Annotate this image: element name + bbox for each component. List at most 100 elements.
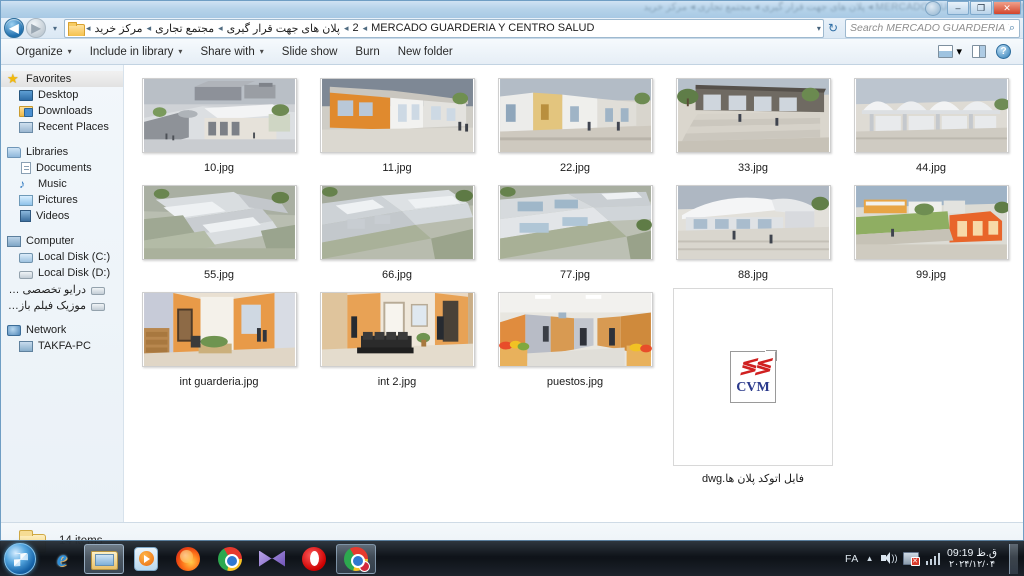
share-with-button[interactable]: Share with ▾ [191,43,272,61]
file-item[interactable]: ≶≶ CVM فایل اتوکد پلان ها.dwg [664,285,842,485]
include-in-library-button[interactable]: Include in library ▾ [81,43,192,61]
back-button[interactable]: ◀ [4,18,24,38]
taskbar-opera[interactable] [294,544,334,574]
sidebar-item-network[interactable]: Network [1,322,123,338]
thumbnail[interactable] [317,288,477,370]
thumbnail[interactable] [851,74,1011,156]
forward-button[interactable]: ▶ [26,18,46,38]
signal-strength-icon[interactable] [925,552,941,565]
file-item[interactable]: int 2.jpg [308,285,486,485]
recent-pages-button[interactable]: ▾ [48,18,62,38]
show-desktop-button[interactable] [1009,543,1018,574]
file-item[interactable]: 11.jpg [308,71,486,174]
file-item[interactable]: 77.jpg [486,178,664,281]
sidebar-item-downloads[interactable]: Downloads [1,103,123,119]
language-indicator[interactable]: FA [845,553,859,565]
burn-button[interactable]: Burn [346,43,388,61]
thumbnail[interactable] [139,181,299,263]
image-thumbnail-22 [497,77,653,153]
taskbar-windows-explorer[interactable] [84,543,124,574]
file-item[interactable]: puestos.jpg [486,285,664,485]
taskbar-windows-media-player[interactable] [126,544,166,574]
file-item[interactable]: int guarderia.jpg [130,285,308,485]
file-item[interactable]: 99.jpg [842,178,1020,281]
sidebar-item-drive-media[interactable]: موزیک فیلم بازی (:F) [1,297,123,313]
search-input[interactable]: Search MERCADO GUARDERIA Y CEN... ⌕ [845,18,1020,38]
taskbar-chrome[interactable] [210,544,250,574]
file-name: int 2.jpg [377,376,417,388]
file-item[interactable]: 33.jpg [664,71,842,174]
file-item[interactable]: 44.jpg [842,71,1020,174]
thumbnail[interactable] [139,74,299,156]
breadcrumb: ◂ مرکز خرید ◂ مجتمع تجاری ◂ پلان های جهت… [67,21,813,36]
thumbnail[interactable] [495,181,655,263]
sidebar-item-pictures[interactable]: Pictures [1,192,123,208]
refresh-icon[interactable]: ↻ [826,21,840,35]
breadcrumb-item-0[interactable]: مرکز خرید [92,21,146,36]
file-item[interactable]: 10.jpg [130,71,308,174]
file-item[interactable]: 66.jpg [308,178,486,281]
chrome-window-icon [344,546,370,572]
sidebar-item-favorites[interactable]: ★ Favorites [1,71,123,87]
image-thumbnail-10 [141,77,297,153]
sidebar-item-local-disk-c[interactable]: Local Disk (C:) [1,249,123,265]
sidebar-item-local-disk-d[interactable]: Local Disk (D:) [1,265,123,281]
close-button[interactable]: ✕ [993,1,1021,15]
file-item[interactable]: 88.jpg [664,178,842,281]
maximize-button[interactable]: ❐ [970,1,992,15]
file-list-pane[interactable]: 10.jpg 11.jpg 22.jpg 33.jpg 44.jpg 55.jp… [124,65,1023,522]
sidebar-item-libraries[interactable]: Libraries [1,144,123,160]
new-folder-button[interactable]: New folder [389,43,462,61]
taskbar-mail[interactable] [252,544,292,574]
image-thumbnail-77 [497,184,653,260]
breadcrumb-item-3[interactable]: 2 [349,21,361,35]
sidebar-item-recent-places[interactable]: Recent Places [1,119,123,135]
organize-button[interactable]: Organize ▾ [7,43,81,61]
explorer-window: MERCADO GUARDERIA Y CENTRO SALUD ◂ ۲ ◂ پ… [0,0,1024,558]
thumbnail[interactable] [317,74,477,156]
preview-pane-button[interactable] [968,43,990,60]
start-button[interactable] [4,542,36,575]
thumbnail[interactable] [495,74,655,156]
file-name: int guarderia.jpg [179,376,259,388]
network-button[interactable]: ✕ [902,552,920,566]
taskbar-internet-explorer[interactable]: e [42,544,82,574]
file-item[interactable]: 22.jpg [486,71,664,174]
sidebar-item-videos[interactable]: Videos [1,208,123,224]
breadcrumb-item-1[interactable]: مجتمع تجاری [152,21,217,36]
show-hidden-icons-button[interactable]: ▲ [866,554,874,563]
slide-show-button[interactable]: Slide show [273,43,347,61]
address-bar[interactable]: ◂ مرکز خرید ◂ مجتمع تجاری ◂ پلان های جهت… [64,18,824,38]
breadcrumb-item-4[interactable]: MERCADO GUARDERIA Y CENTRO SALUD [368,21,597,35]
thumbnail[interactable] [673,181,833,263]
taskbar-chrome-window[interactable] [336,543,376,574]
thumbnail[interactable] [317,181,477,263]
dwg-file-icon: ≶≶ CVM [730,351,776,403]
sidebar-item-music[interactable]: ♪ Music [1,176,123,192]
thumbnail[interactable] [139,288,299,370]
taskbar-firefox[interactable] [168,544,208,574]
thumbnail[interactable] [495,288,655,370]
file-name: 77.jpg [560,269,590,281]
sidebar-item-documents[interactable]: Documents [1,160,123,176]
navigation-pane[interactable]: ★ Favorites Desktop Downloads Recent Pla… [1,65,124,522]
chevron-down-icon[interactable]: ▾ [817,24,821,33]
help-button[interactable]: ? [992,42,1015,61]
sidebar-item-drive-architecture[interactable]: درایو تخصصی معماری [1,281,123,297]
volume-button[interactable]: )) [880,552,898,565]
disk-icon [91,302,105,311]
file-name: 66.jpg [382,269,412,281]
breadcrumb-item-2[interactable]: پلان های جهت قرار گیری [224,21,343,36]
sidebar-group-network: Network TAKFA-PC [1,322,123,354]
sidebar-item-computer[interactable]: Computer [1,233,123,249]
clock[interactable]: 09:19 ق.ظ ۲۰۲۴/۱۲/۰۴ [947,547,999,571]
thumbnail[interactable] [673,74,833,156]
sidebar-item-takfa-pc[interactable]: TAKFA-PC [1,338,123,354]
sidebar-item-desktop[interactable]: Desktop [1,87,123,103]
file-item[interactable]: 55.jpg [130,178,308,281]
thumbnail[interactable] [851,181,1011,263]
file-name: puestos.jpg [546,376,604,388]
change-view-button[interactable]: ▾ [934,43,966,60]
minimize-button[interactable]: – [947,1,969,15]
thumbnail[interactable]: ≶≶ CVM [673,288,833,466]
